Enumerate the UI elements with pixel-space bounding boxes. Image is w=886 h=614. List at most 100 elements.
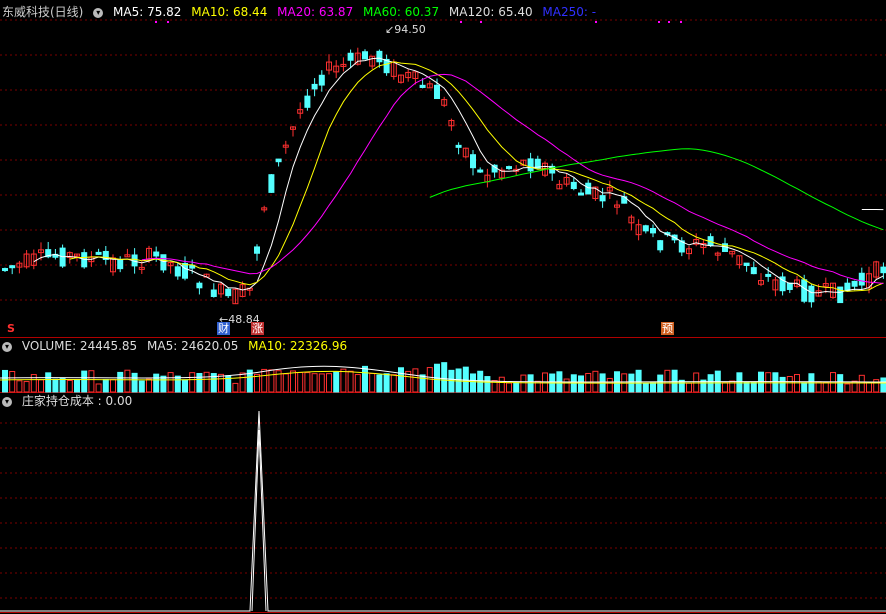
signal-dot [668,21,670,23]
volume-bar [858,374,865,393]
candle-body [311,83,318,90]
s-marker[interactable]: S [6,322,16,335]
candle-body [599,195,606,202]
volume-bar [686,382,692,393]
volume-bar [146,378,152,393]
volume-bar [779,376,786,393]
candle-body [95,251,102,255]
candle-body [880,266,886,274]
ma20-label: MA20: 63.87 [277,5,354,19]
volume-bar [340,368,347,393]
candle-body [477,169,484,173]
candle-body [657,240,664,251]
volume-bar [664,369,671,393]
settings-icon[interactable]: ▾ [93,7,104,18]
candle-body [419,84,426,88]
volume-bar [167,372,174,393]
candle-body [9,265,16,269]
volume-bar [311,373,318,393]
volume-bar [844,383,851,393]
candle-body [455,144,462,148]
signal-dot [155,21,157,23]
volume-bar [95,383,102,393]
indicator-header: ▾ 庄家持仓成本 : 0.00 [2,393,138,409]
volume-bar [347,370,354,393]
volume-ma10-label: MA10: 22326.96 [248,339,348,353]
candle-body [750,267,757,275]
candle-body [801,279,808,302]
ma60-line [429,148,884,231]
volume-bar [326,373,332,393]
ma250-label: MA250: - [542,5,597,19]
volume-bar [880,377,886,393]
volume-bar [218,373,224,393]
volume-bar [16,380,23,393]
candle-body [318,74,325,86]
high-price-label: ↙94.50 [385,23,426,36]
indicator-settings-icon[interactable]: ▾ [2,396,12,407]
volume-bar [398,367,404,393]
volume-bar [362,365,368,393]
volume-bar [254,373,260,393]
volume-bar [189,372,196,393]
zhang-marker[interactable]: 涨 [251,322,264,335]
volume-bar [239,372,246,393]
volume-bar [520,374,527,393]
candle-body [650,227,656,234]
volume-bar [635,369,642,393]
volume-bar [2,369,8,393]
volume-bar [282,373,289,393]
volume-bar [23,381,30,393]
volume-settings-icon[interactable]: ▾ [2,341,12,352]
volume-bar [743,381,750,393]
indicator-title: 庄家持仓成本 : 0.00 [21,394,133,408]
candle-body [182,263,188,279]
candle-body [210,289,217,297]
candle-body [434,84,440,100]
candle-body [527,158,534,172]
volume-bar [506,382,512,393]
ma5-label: MA5: 75.82 [113,5,182,19]
candle-body [160,254,167,271]
volume-header: ▾ VOLUME: 24445.85 MA5: 24620.05 MA10: 2… [2,338,353,354]
volume-bar [74,379,80,393]
indicator-line [0,410,886,612]
volume-bar [722,382,728,393]
volume-bar [441,362,448,393]
volume-bar [88,370,95,393]
volume-bar [376,374,383,393]
volume-bar [66,380,73,393]
volume-bar [182,379,188,393]
signal-dot [460,21,462,23]
volume-bar [304,372,311,393]
volume-bar [153,373,160,393]
volume-bar [9,370,16,393]
volume-bar [484,376,491,393]
volume-bar [196,372,203,393]
volume-bar [318,373,325,393]
volume-bar [45,372,52,393]
candle-body [585,182,592,195]
candle-body [362,51,368,60]
candle-body [765,273,772,277]
main-chart-header: 东威科技(日线) ▾ MA5: 75.82 MA10: 68.44 MA20: … [2,4,602,20]
high-arrow-icon: ↙ [385,23,395,36]
signal-dot [595,21,597,23]
volume-bar [513,381,520,393]
stock-title: 东威科技(日线) [2,5,84,19]
volume-bar [866,381,872,393]
volume-bar [174,375,181,393]
yu-marker[interactable]: 预 [661,322,674,335]
volume-bar [81,370,88,393]
volume-bar [765,372,772,393]
signal-dot [480,21,482,23]
cai-marker[interactable]: 财 [217,322,230,335]
candle-body [196,282,203,289]
volume-bar [138,380,145,393]
volume-bar [131,372,138,393]
stock-chart[interactable] [0,0,886,614]
volume-bar [102,379,109,393]
volume-bar [52,378,59,393]
candle-body [786,282,793,290]
volume-bar [38,379,44,393]
